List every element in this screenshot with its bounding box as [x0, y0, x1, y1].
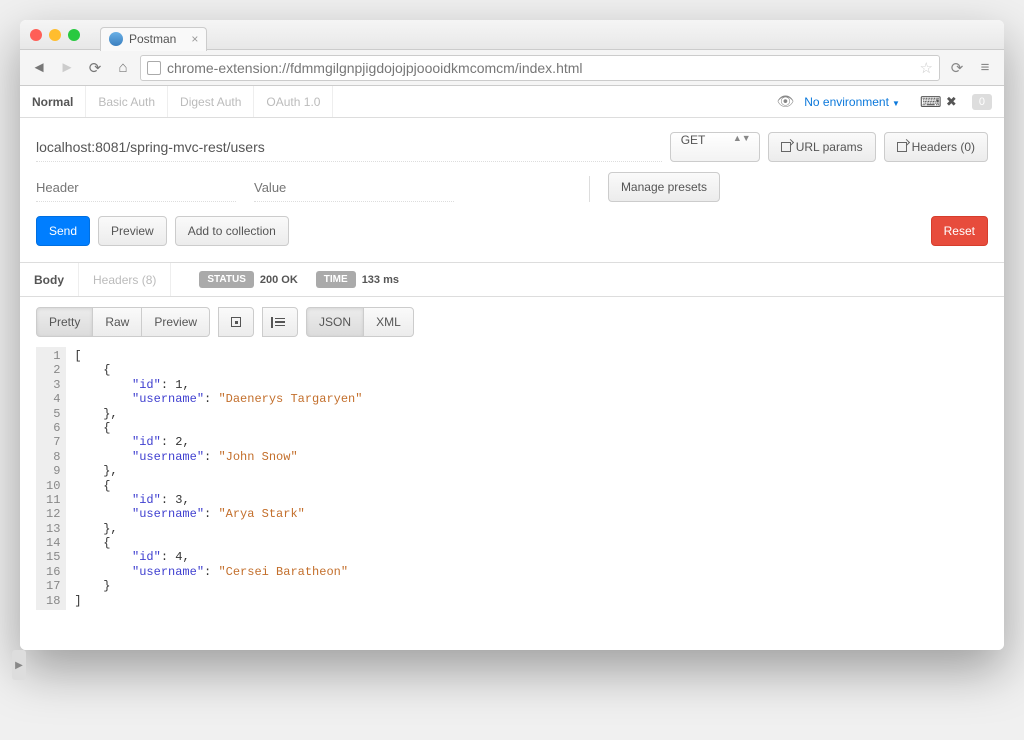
home-icon[interactable]: ⌂ — [112, 57, 134, 79]
environment-selector[interactable]: No environment▼ — [804, 95, 900, 109]
time-value: 133 ms — [362, 274, 399, 286]
window-controls — [30, 29, 80, 41]
response-tabs: Body Headers (8) STATUS 200 OK TIME 133 … — [20, 263, 1004, 297]
forward-icon: ► — [56, 57, 78, 79]
sidebar-handle[interactable]: ▶ — [12, 650, 26, 680]
titlebar: Postman × — [20, 20, 1004, 50]
notification-count[interactable]: 0 — [972, 94, 992, 110]
back-icon[interactable]: ◄ — [28, 57, 50, 79]
format-button[interactable] — [262, 307, 298, 337]
reload-icon[interactable]: ⟳ — [84, 57, 106, 79]
send-button[interactable]: Send — [36, 216, 90, 246]
address-bar[interactable]: chrome-extension://fdmmgilgnpjigdojojpjo… — [140, 55, 940, 81]
settings-icon[interactable] — [946, 94, 962, 110]
tab-title: Postman — [129, 32, 176, 46]
response-body-editor[interactable]: 123456789101112131415161718 [ { "id": 1,… — [20, 347, 1004, 650]
postman-app: Normal Basic Auth Digest Auth OAuth 1.0 … — [20, 86, 1004, 650]
preview-button[interactable]: Preview — [98, 216, 167, 246]
headers-button[interactable]: Headers (0) — [884, 132, 988, 162]
body-view-controls: Pretty Raw Preview JSON XML — [20, 297, 1004, 347]
header-value-input[interactable] — [254, 174, 454, 202]
page-icon — [147, 61, 161, 75]
tab-response-headers[interactable]: Headers (8) — [79, 263, 171, 296]
reset-button[interactable]: Reset — [931, 216, 988, 246]
bars-icon — [275, 318, 285, 327]
manage-presets-button[interactable]: Manage presets — [608, 172, 720, 202]
http-method-select[interactable]: GET ▲▼ — [670, 132, 760, 162]
header-key-input[interactable] — [36, 174, 236, 202]
tab-oauth1[interactable]: OAuth 1.0 — [254, 86, 333, 117]
bookmark-icon[interactable]: ☆ — [920, 59, 933, 77]
tab-body[interactable]: Body — [20, 263, 79, 296]
tab-digest-auth[interactable]: Digest Auth — [168, 86, 254, 117]
headers-icon — [897, 142, 907, 152]
response-status: STATUS 200 OK TIME 133 ms — [199, 263, 399, 296]
tab-basic-auth[interactable]: Basic Auth — [86, 86, 168, 117]
json-format-button[interactable]: JSON — [306, 307, 364, 337]
pretty-button[interactable]: Pretty — [36, 307, 93, 337]
preview-body-button[interactable]: Preview — [141, 307, 210, 337]
tab-normal[interactable]: Normal — [20, 86, 86, 117]
keyboard-icon[interactable] — [920, 93, 936, 111]
browser-toolbar: ◄ ► ⟳ ⌂ chrome-extension://fdmmgilgnpjig… — [20, 50, 1004, 86]
tab-close-icon[interactable]: × — [191, 32, 198, 46]
chrome-reload-ext-icon[interactable]: ⟳ — [946, 57, 968, 79]
headers-editor-row: Manage presets — [20, 172, 1004, 216]
response-json: [ { "id": 1, "username": "Daenerys Targa… — [66, 347, 362, 610]
request-url-input[interactable] — [36, 133, 662, 162]
browser-tab[interactable]: Postman × — [100, 27, 207, 51]
line-gutter: 123456789101112131415161718 — [36, 347, 66, 610]
status-value: 200 OK — [260, 274, 298, 286]
close-icon[interactable] — [30, 29, 42, 41]
xml-format-button[interactable]: XML — [363, 307, 414, 337]
request-row: GET ▲▼ URL params Headers (0) — [20, 118, 1004, 172]
params-icon — [781, 142, 791, 152]
auth-tabs: Normal Basic Auth Digest Auth OAuth 1.0 … — [20, 86, 1004, 118]
url-params-button[interactable]: URL params — [768, 132, 876, 162]
time-label: TIME — [316, 271, 356, 288]
status-label: STATUS — [199, 271, 254, 288]
minimize-icon[interactable] — [49, 29, 61, 41]
eye-icon[interactable]: 👁 — [776, 93, 794, 110]
wrap-button[interactable] — [218, 307, 254, 337]
chrome-menu-icon[interactable]: ≡ — [974, 57, 996, 79]
maximize-icon[interactable] — [68, 29, 80, 41]
raw-button[interactable]: Raw — [92, 307, 142, 337]
address-url: chrome-extension://fdmmgilgnpjigdojojpjo… — [167, 60, 583, 76]
browser-window: Postman × ◄ ► ⟳ ⌂ chrome-extension://fdm… — [20, 20, 1004, 650]
add-to-collection-button[interactable]: Add to collection — [175, 216, 289, 246]
divider — [589, 176, 590, 202]
square-icon — [231, 317, 241, 327]
action-row: Send Preview Add to collection Reset — [20, 216, 1004, 263]
globe-icon — [109, 32, 123, 46]
